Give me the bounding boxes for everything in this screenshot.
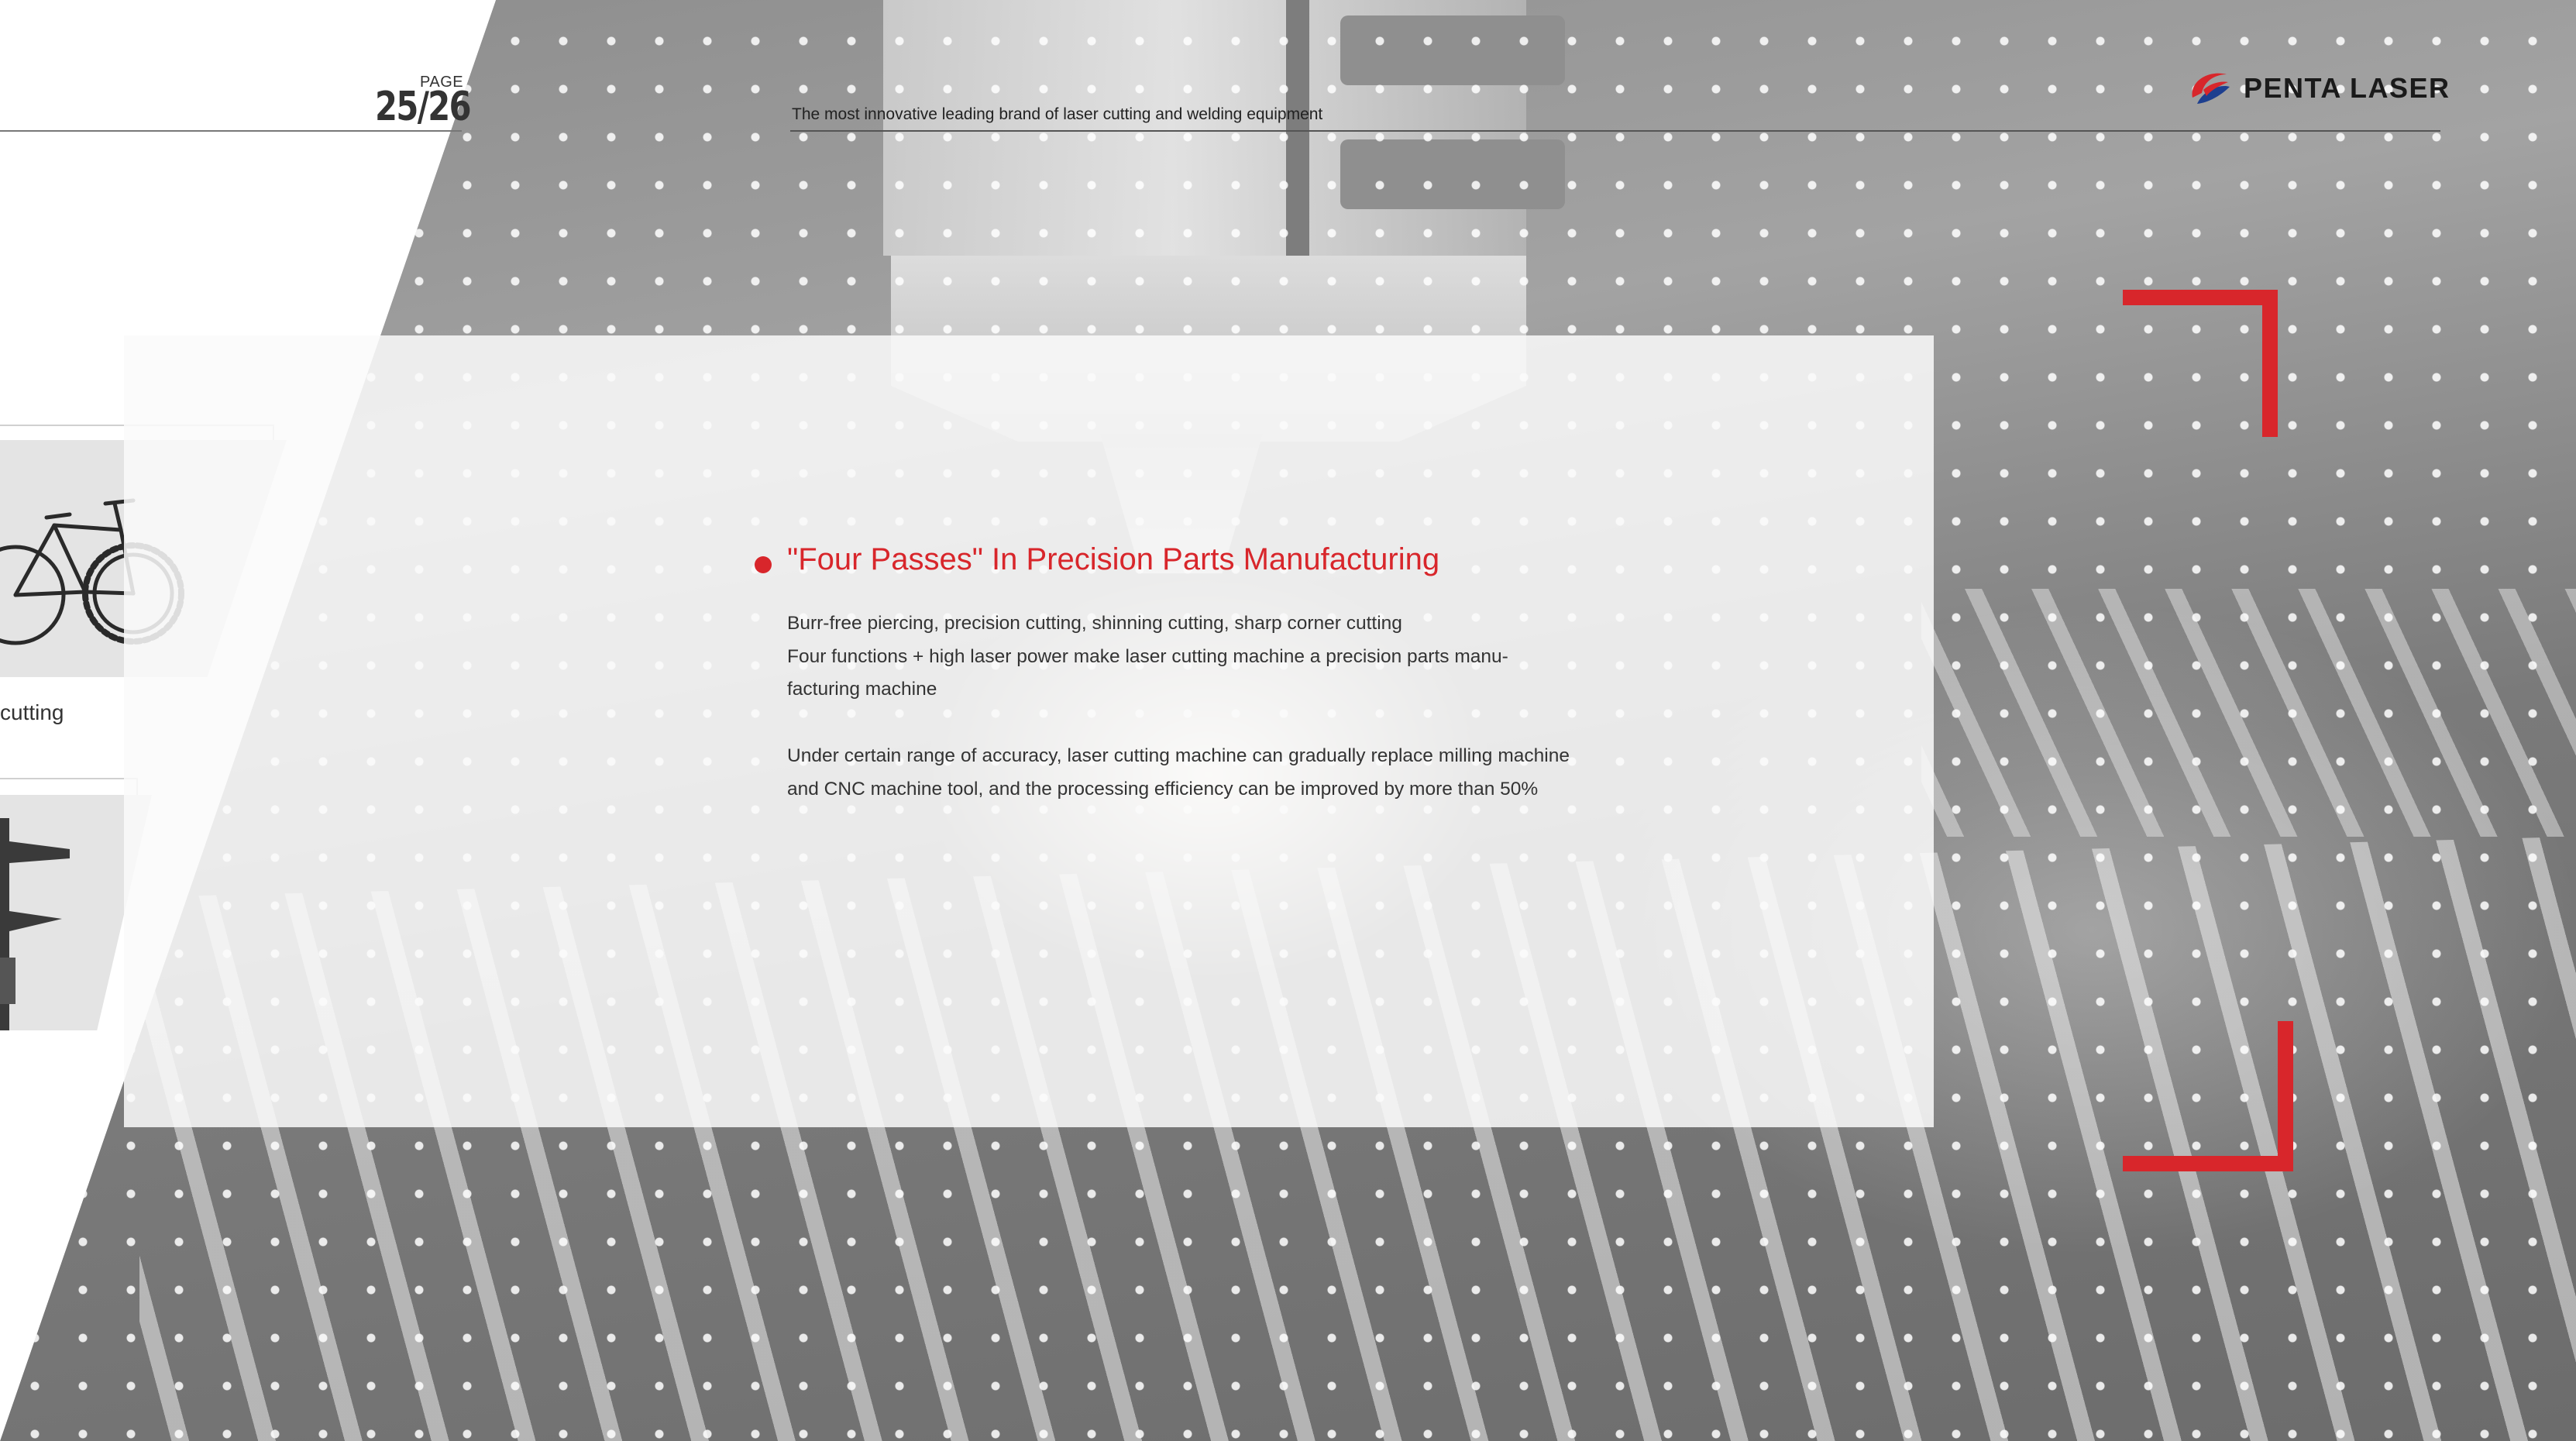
slide: cutting PAGE 25/26 The most innovative l… [0, 0, 2576, 1441]
page-number: 25/26 [375, 84, 472, 130]
penta-logo-icon [2192, 73, 2230, 104]
header-divider-right [790, 130, 2440, 132]
red-corner-bracket-top [2123, 290, 2278, 437]
feature-line: Four functions + high laser power make l… [787, 645, 1508, 667]
content-card [124, 335, 1934, 1127]
red-corner-bracket-bottom [2123, 1021, 2293, 1171]
feature-lines: Burr-free piercing, precision cutting, s… [787, 607, 1570, 707]
thumbnail-caption: cutting [0, 700, 64, 724]
thumbnail-frame-caliper [0, 778, 138, 796]
heading-bullet-icon [755, 556, 772, 573]
brand-logo: PENTA LASER [2186, 67, 2450, 110]
header-tagline: The most innovative leading brand of las… [792, 105, 1323, 123]
feature-line: facturing machine [787, 679, 937, 700]
brand-name: PENTA LASER [2244, 72, 2450, 104]
section-heading: "Four Passes" In Precision Parts Manufac… [787, 542, 1440, 576]
feature-line: Burr-free piercing, precision cutting, s… [787, 613, 1402, 634]
header-divider-left [0, 130, 462, 132]
efficiency-paragraph: Under certain range of accuracy, laser c… [787, 745, 1570, 800]
